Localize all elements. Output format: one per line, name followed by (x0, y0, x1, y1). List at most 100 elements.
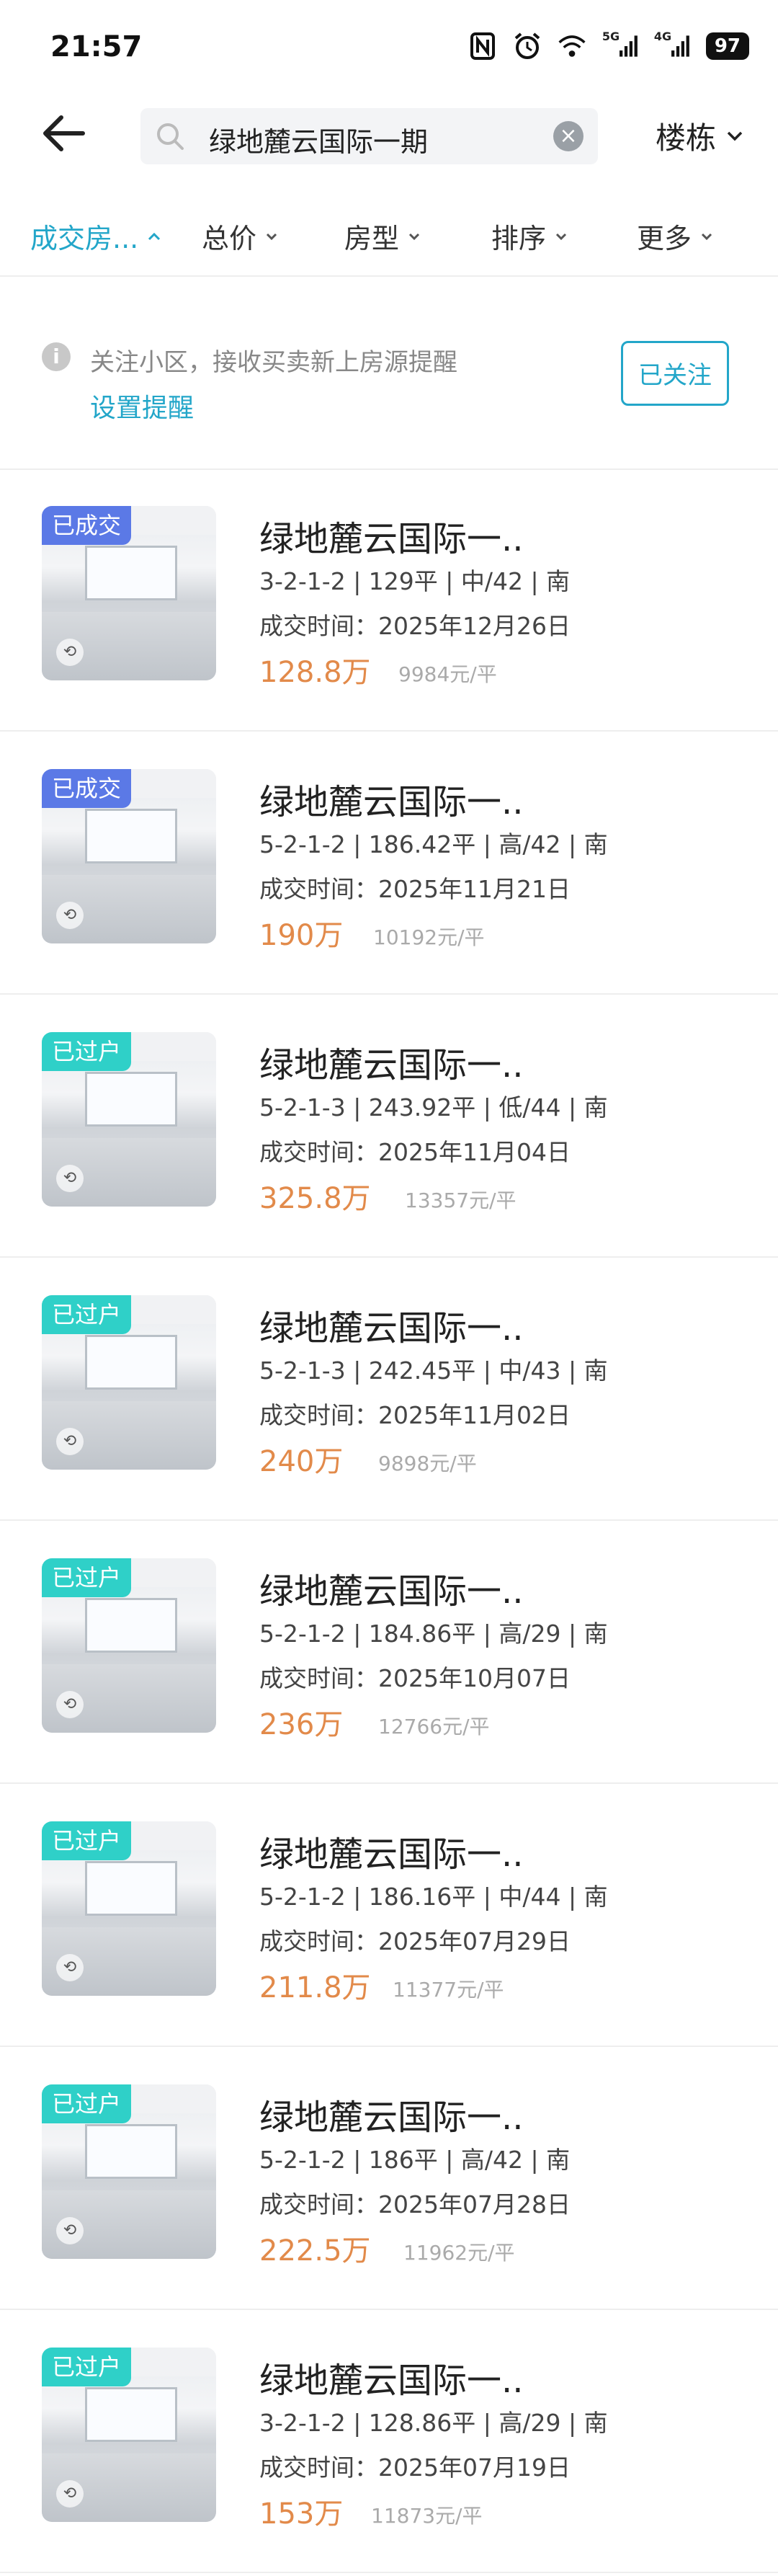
status-badge: 已过户 (42, 1295, 132, 1334)
chevron-down-icon (701, 233, 712, 240)
filter-label: 总价 (202, 223, 257, 254)
status-icons: 5G 4G 97 (468, 30, 749, 61)
nfc-icon (468, 32, 497, 61)
list-item[interactable]: ⟲ 已成交 绿地麓云国际一.. 5-2-1-2 | 186.42平 | 高/42… (0, 732, 778, 995)
chevron-down-icon (408, 233, 420, 240)
status-bar: 21:57 5G 4G 97 (0, 0, 778, 94)
deal-date: 成交时间：2025年11月21日 (259, 875, 571, 903)
listing-specs: 3-2-1-2 | 129平 | 中/42 | 南 (259, 567, 571, 595)
unit-price: 13357元/平 (405, 1189, 517, 1212)
vr-icon: ⟲ (56, 2217, 84, 2244)
deal-price: 236万 (259, 1708, 344, 1741)
search-input[interactable]: 绿地麓云国际一期 × (140, 108, 598, 164)
listing-photo: ⟲ 已过户 (42, 2084, 216, 2259)
vr-icon: ⟲ (56, 1691, 84, 1718)
listing-specs: 5-2-1-2 | 186.42平 | 高/42 | 南 (259, 830, 608, 858)
deal-date: 成交时间：2025年07月28日 (259, 2190, 571, 2219)
vr-icon: ⟲ (56, 2480, 84, 2508)
status-badge: 已成交 (42, 506, 132, 545)
filter-layout[interactable]: 房型 (344, 216, 421, 256)
filter-total-price[interactable]: 总价 (202, 216, 278, 256)
unit-price: 11377元/平 (393, 1978, 504, 2002)
filter-label: 成交房... (30, 223, 139, 254)
battery-indicator: 97 (705, 32, 749, 60)
follow-community-banner: i 关注小区，接收买卖新上房源提醒 设置提醒 已关注 (0, 299, 778, 470)
filter-label: 房型 (344, 223, 400, 254)
status-badge: 已成交 (42, 769, 132, 808)
unit-price: 9984元/平 (398, 662, 497, 686)
building-filter-label: 楼栋 (656, 120, 717, 156)
info-icon: i (42, 342, 71, 371)
listing-specs: 5-2-1-2 | 184.86平 | 高/29 | 南 (259, 1620, 608, 1648)
wifi-icon (558, 32, 586, 61)
listing-title: 绿地麓云国际一.. (259, 1308, 524, 1349)
list-item[interactable]: ⟲ 已过户 绿地麓云国际一.. 5-2-1-3 | 242.45平 | 中/43… (0, 1258, 778, 1521)
set-reminder-link[interactable]: 设置提醒 (90, 387, 194, 425)
vr-icon: ⟲ (56, 639, 84, 666)
vr-icon: ⟲ (56, 1428, 84, 1455)
status-badge: 已过户 (42, 2348, 132, 2386)
list-item[interactable]: ⟲ 已过户 绿地麓云国际一.. 5-2-1-2 | 186平 | 高/42 | … (0, 2047, 778, 2310)
list-item[interactable]: ⟲ 已过户 绿地麓云国际一.. 5-2-1-2 | 186.16平 | 中/44… (0, 1784, 778, 2047)
status-badge: 已过户 (42, 1821, 132, 1860)
chevron-down-icon (727, 131, 743, 141)
listing-title: 绿地麓云国际一.. (259, 1834, 524, 1875)
filter-more[interactable]: 更多 (637, 216, 713, 256)
listing-title: 绿地麓云国际一.. (259, 782, 524, 822)
listing-specs: 5-2-1-3 | 243.92平 | 低/44 | 南 (259, 1093, 608, 1122)
unit-price: 10192元/平 (373, 925, 485, 949)
status-badge: 已过户 (42, 2084, 132, 2123)
listing-specs: 5-2-1-3 | 242.45平 | 中/43 | 南 (259, 1356, 608, 1385)
list-item[interactable]: ⟲ 已过户 绿地麓云国际一.. 5-2-1-3 | 243.92平 | 低/44… (0, 995, 778, 1258)
listing-photo: ⟲ 已过户 (42, 1558, 216, 1733)
signal-5g-icon: 5G (602, 30, 638, 61)
status-time: 21:57 (50, 30, 143, 63)
deal-date: 成交时间：2025年11月04日 (259, 1138, 571, 1166)
deal-price: 128.8万 (259, 656, 371, 689)
unit-price: 9898元/平 (378, 1452, 477, 1475)
listing-specs: 5-2-1-2 | 186.16平 | 中/44 | 南 (259, 1883, 608, 1911)
deal-date: 成交时间：2025年07月29日 (259, 1927, 571, 1955)
followed-button[interactable]: 已关注 (621, 341, 729, 406)
filter-deal-type[interactable]: 成交房... (30, 216, 161, 256)
listing-title: 绿地麓云国际一.. (259, 2360, 524, 2401)
listing-title: 绿地麓云国际一.. (259, 519, 524, 559)
chevron-down-icon (555, 233, 567, 240)
vr-icon: ⟲ (56, 902, 84, 929)
filter-label: 排序 (491, 223, 547, 254)
signal-4g-icon: 4G (654, 30, 690, 61)
listing-photo: ⟲ 已成交 (42, 506, 216, 680)
unit-price: 11873元/平 (371, 2504, 483, 2528)
deal-date: 成交时间：2025年10月07日 (259, 1664, 571, 1692)
chevron-down-icon (266, 233, 277, 240)
back-arrow-icon (43, 115, 85, 151)
listing-specs: 5-2-1-2 | 186平 | 高/42 | 南 (259, 2146, 571, 2174)
filter-sort[interactable]: 排序 (491, 216, 568, 256)
listing-title: 绿地麓云国际一.. (259, 1571, 524, 1612)
deal-date: 成交时间：2025年07月19日 (259, 2453, 571, 2482)
vr-icon: ⟲ (56, 1954, 84, 1981)
deal-date: 成交时间：2025年12月26日 (259, 612, 571, 640)
deal-price: 153万 (259, 2497, 344, 2531)
listing-photo: ⟲ 已过户 (42, 2348, 216, 2522)
deal-price: 211.8万 (259, 1971, 371, 2004)
vr-icon: ⟲ (56, 1165, 84, 1192)
deal-price: 222.5万 (259, 2234, 371, 2268)
clear-icon[interactable]: × (553, 121, 584, 151)
deal-list: ⟲ 已成交 绿地麓云国际一.. 3-2-1-2 | 129平 | 中/42 | … (0, 468, 778, 2573)
listing-photo: ⟲ 已过户 (42, 1821, 216, 1996)
deal-price: 240万 (259, 1445, 344, 1478)
list-item[interactable]: ⟲ 已过户 绿地麓云国际一.. 5-2-1-2 | 184.86平 | 高/29… (0, 1521, 778, 1784)
search-value: 绿地麓云国际一期 (209, 126, 429, 158)
unit-price: 11962元/平 (403, 2241, 515, 2265)
alarm-icon (513, 32, 542, 61)
chevron-up-icon (148, 232, 161, 240)
status-badge: 已过户 (42, 1558, 132, 1597)
listing-photo: ⟲ 已过户 (42, 1032, 216, 1207)
listing-specs: 3-2-1-2 | 128.86平 | 高/29 | 南 (259, 2409, 608, 2437)
list-item[interactable]: ⟲ 已过户 绿地麓云国际一.. 3-2-1-2 | 128.86平 | 高/29… (0, 2310, 778, 2573)
building-filter-button[interactable]: 楼栋 (656, 114, 743, 158)
list-item[interactable]: ⟲ 已成交 绿地麓云国际一.. 3-2-1-2 | 129平 | 中/42 | … (0, 468, 778, 732)
follow-message: 关注小区，接收买卖新上房源提醒 (90, 348, 457, 377)
back-button[interactable] (40, 108, 90, 159)
